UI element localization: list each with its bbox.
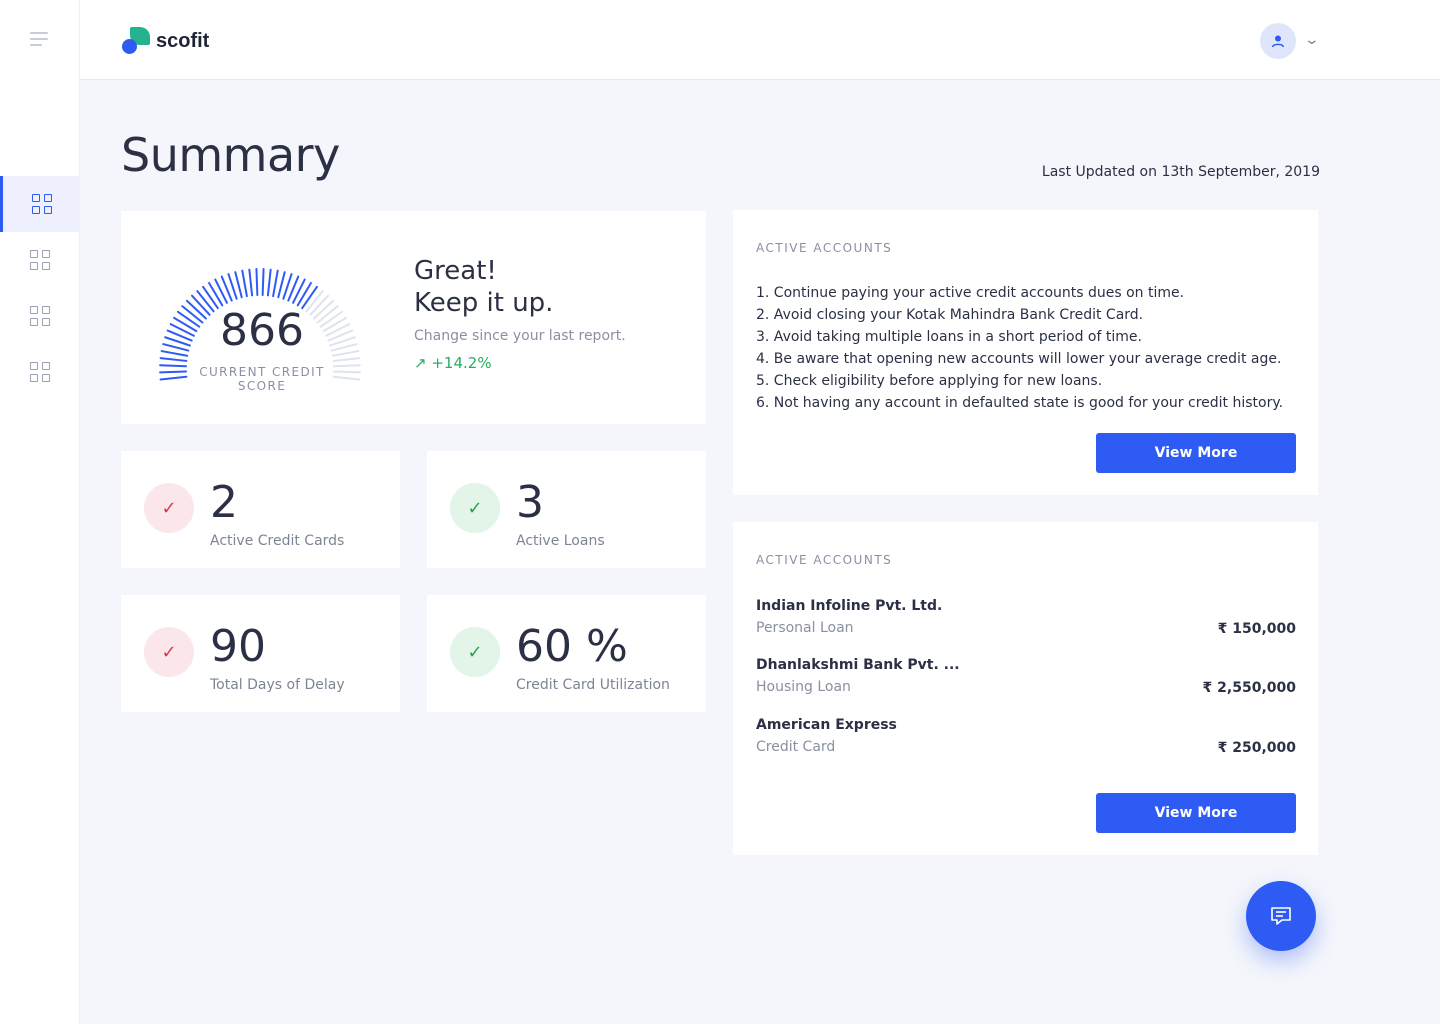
gauge-tick-active — [159, 364, 188, 368]
gauge-tick-active — [296, 281, 312, 307]
stat-card-credit-cards: ✓ 2 Active Credit Cards — [121, 451, 400, 568]
user-avatar[interactable] — [1260, 23, 1296, 59]
nav-item-2[interactable] — [0, 232, 80, 288]
arrow-up-right-icon: ↗ — [414, 354, 427, 372]
grid-icon — [30, 306, 50, 326]
account-type: Housing Loan — [756, 679, 851, 695]
credit-score-value: 866 — [220, 305, 304, 356]
gauge-tick-active — [248, 268, 254, 297]
change-value-text: +14.2% — [431, 354, 492, 372]
check-icon: ✓ — [450, 627, 500, 677]
tip-item: 4. Be aware that opening new accounts wi… — [756, 351, 1282, 367]
account-amount: ₹ 150,000 — [1217, 621, 1296, 637]
tip-item: 3. Avoid taking multiple loans in a shor… — [756, 329, 1142, 345]
tips-heading: ACTIVE ACCOUNTS — [756, 241, 893, 255]
account-type: Credit Card — [756, 739, 836, 755]
chevron-down-icon[interactable]: ⌄ — [1304, 32, 1320, 48]
account-bank: American Express — [756, 717, 897, 733]
stat-value: 90 — [210, 621, 266, 672]
gauge-tick-active — [255, 268, 259, 297]
stat-label: Credit Card Utilization — [516, 677, 670, 693]
gauge-tick-active — [272, 269, 279, 298]
account-bank: Dhanlakshmi Bank Pvt. ... — [756, 657, 960, 673]
gauge-tick-active — [261, 268, 265, 297]
stat-value: 60 % — [516, 621, 628, 672]
sidebar — [0, 0, 80, 1024]
nav-item-4[interactable] — [0, 344, 80, 400]
stat-value: 3 — [516, 477, 544, 528]
chat-button[interactable] — [1246, 881, 1316, 951]
top-bar: scofit ⌄ — [80, 0, 1440, 80]
grid-icon — [30, 362, 50, 382]
score-message-line1: Great! — [414, 256, 497, 286]
gauge-tick-active — [234, 271, 243, 299]
nav-item-1[interactable] — [0, 176, 80, 232]
view-more-button[interactable]: View More — [1096, 793, 1296, 833]
check-icon: ✓ — [450, 483, 500, 533]
logo-text: scofit — [156, 29, 210, 52]
stat-label: Active Loans — [516, 533, 605, 549]
credit-score-card: 866 CURRENT CREDIT SCORE Great! Keep it … — [121, 211, 706, 424]
check-icon: ✓ — [144, 627, 194, 677]
tip-item: 2. Avoid closing your Kotak Mahindra Ban… — [756, 307, 1144, 323]
grid-icon — [31, 194, 52, 214]
page-title: Summary — [121, 128, 340, 182]
gauge-tick-inactive — [332, 357, 361, 362]
gauge-tick-inactive — [332, 364, 361, 368]
change-value: ↗ +14.2% — [414, 354, 492, 372]
credit-score-label: CURRENT CREDIT SCORE — [199, 365, 325, 393]
gauge-tick-inactive — [332, 370, 361, 374]
account-row[interactable]: Dhanlakshmi Bank Pvt. ... Housing Loan ₹… — [756, 657, 1296, 707]
stat-label: Active Credit Cards — [210, 533, 345, 549]
account-type: Personal Loan — [756, 620, 854, 636]
account-amount: ₹ 250,000 — [1217, 740, 1296, 756]
grid-icon — [30, 250, 50, 270]
last-updated: Last Updated on 13th September, 2019 — [1041, 164, 1320, 180]
stat-card-utilization: ✓ 60 % Credit Card Utilization — [427, 595, 706, 712]
check-icon: ✓ — [144, 483, 194, 533]
hamburger-menu-icon[interactable] — [30, 32, 50, 48]
view-more-button[interactable]: View More — [1096, 433, 1296, 473]
gauge-tick-active — [241, 269, 248, 298]
score-message-line2: Keep it up. — [414, 288, 554, 318]
account-bank: Indian Infoline Pvt. Ltd. — [756, 598, 943, 614]
tip-item: 1. Continue paying your active credit ac… — [756, 285, 1185, 301]
stat-value: 2 — [210, 477, 238, 528]
account-row[interactable]: Indian Infoline Pvt. Ltd. Personal Loan … — [756, 598, 1296, 648]
change-description: Change since your last report. — [414, 328, 626, 344]
account-row[interactable]: American Express Credit Card ₹ 250,000 — [756, 717, 1296, 767]
accounts-heading: ACTIVE ACCOUNTS — [756, 553, 893, 567]
stat-card-delay: ✓ 90 Total Days of Delay — [121, 595, 400, 712]
chat-icon — [1271, 907, 1291, 925]
gauge-tick-active — [208, 281, 224, 307]
gauge-tick-active — [159, 375, 188, 381]
logo[interactable]: scofit — [122, 27, 209, 55]
tips-card: ACTIVE ACCOUNTS 1. Continue paying your … — [733, 210, 1318, 495]
stat-card-loans: ✓ 3 Active Loans — [427, 451, 706, 568]
nav-item-3[interactable] — [0, 288, 80, 344]
logo-mark-icon — [122, 27, 150, 55]
gauge-tick-active — [159, 357, 188, 362]
account-amount: ₹ 2,550,000 — [1202, 680, 1296, 696]
gauge-tick-active — [159, 370, 188, 374]
gauge-tick-inactive — [332, 375, 361, 381]
gauge-tick-active — [266, 268, 272, 297]
tips-list: 1. Continue paying your active credit ac… — [756, 282, 1283, 414]
accounts-card: ACTIVE ACCOUNTS Indian Infoline Pvt. Ltd… — [733, 522, 1318, 855]
tip-item: 6. Not having any account in defaulted s… — [756, 395, 1284, 411]
gauge-tick-active — [277, 271, 286, 299]
tip-item: 5. Check eligibility before applying for… — [756, 373, 1103, 389]
user-icon — [1271, 35, 1285, 48]
stat-label: Total Days of Delay — [210, 677, 345, 693]
score-message: Great! Keep it up. — [414, 255, 553, 319]
